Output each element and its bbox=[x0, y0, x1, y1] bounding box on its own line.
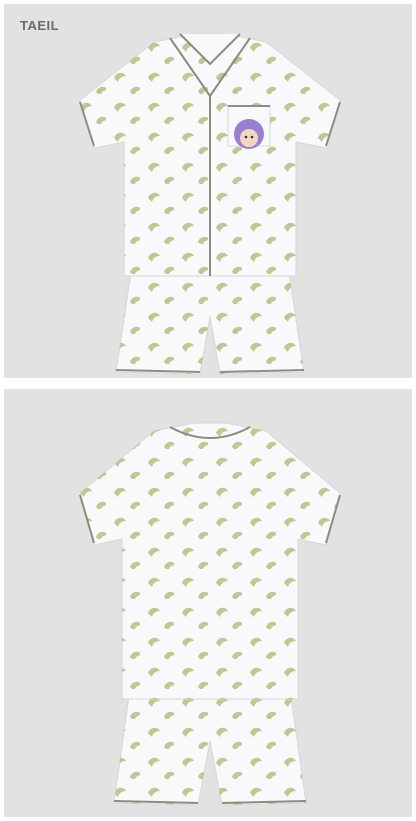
product-photo-front: TAEIL bbox=[4, 4, 412, 378]
pajama-set-back-illustration bbox=[79, 422, 341, 806]
shirt-front bbox=[79, 33, 341, 277]
shirt-back bbox=[79, 422, 341, 700]
product-photo-back bbox=[4, 389, 412, 817]
character-patch bbox=[234, 119, 264, 149]
shorts-back bbox=[113, 688, 307, 806]
shorts-front bbox=[115, 265, 305, 375]
pajama-set-front-illustration bbox=[79, 33, 341, 375]
